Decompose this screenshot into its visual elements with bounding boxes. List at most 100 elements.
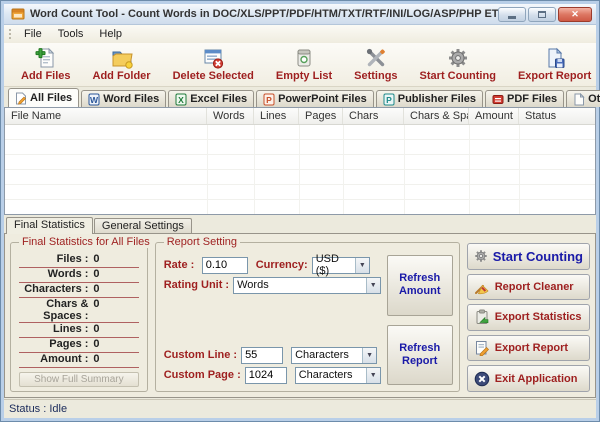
custom-line-label: Custom Line : (164, 349, 237, 361)
settings-icon (365, 47, 387, 69)
column-amount[interactable]: Amount (469, 108, 519, 124)
stat-label: Pages : (19, 338, 88, 350)
column-chars[interactable]: Chars (343, 108, 404, 124)
status-bar: Status : Idle (4, 399, 596, 418)
chevron-down-icon: ▼ (355, 258, 369, 273)
tab-other-files-label: Other Files (588, 93, 600, 105)
chevron-down-icon: ▼ (362, 348, 376, 363)
tab-word-files[interactable]: W Word Files (81, 90, 166, 107)
tab-final-statistics[interactable]: Final Statistics (6, 217, 93, 234)
other-files-icon (573, 93, 585, 106)
export-statistics-button[interactable]: Export Statistics (467, 304, 590, 331)
window-controls: ✕ (498, 7, 592, 22)
maximize-button[interactable] (528, 7, 556, 22)
file-table: File Name Words Lines Pages Chars Chars … (4, 107, 596, 215)
menu-file[interactable]: File (16, 26, 50, 42)
tab-pdf-files-label: PDF Files (507, 93, 557, 105)
status-text: Status : Idle (9, 403, 67, 415)
column-words[interactable]: Words (207, 108, 254, 124)
refresh-amount-button[interactable]: Refresh Amount (387, 255, 453, 316)
start-counting-toolbar-button[interactable]: Start Counting (411, 43, 505, 86)
tab-powerpoint-files[interactable]: P PowerPoint Files (256, 90, 374, 107)
custom-page-label: Custom Page : (164, 369, 241, 381)
file-table-header: File Name Words Lines Pages Chars Chars … (5, 108, 595, 125)
custom-line-input[interactable] (241, 347, 283, 364)
show-full-summary-button[interactable]: Show Full Summary (19, 372, 139, 387)
column-status[interactable]: Status (519, 108, 595, 124)
custom-page-unit-select[interactable]: Characters ▼ (295, 367, 381, 384)
tab-pdf-files[interactable]: PDF Files (485, 90, 564, 107)
stat-row-files: Files : 0 (19, 253, 139, 268)
rating-unit-label: Rating Unit : (164, 279, 229, 291)
tab-all-files[interactable]: All Files (8, 88, 79, 107)
column-pages[interactable]: Pages (299, 108, 343, 124)
export-report-button[interactable]: Export Report (467, 335, 590, 362)
stat-row-words: Words : 0 (19, 268, 139, 283)
empty-list-label: Empty List (276, 70, 332, 82)
custom-line-unit-select[interactable]: Characters ▼ (291, 347, 377, 364)
report-cleaner-label: Report Cleaner (495, 281, 574, 293)
delete-selected-button[interactable]: Delete Selected (164, 43, 263, 86)
tab-all-files-label: All Files (30, 92, 72, 104)
start-counting-toolbar-label: Start Counting (420, 70, 496, 82)
tab-general-settings[interactable]: General Settings (94, 218, 192, 234)
stat-label: Characters : (19, 283, 88, 295)
tab-publisher-files[interactable]: P Publisher Files (376, 90, 483, 107)
svg-text:X: X (178, 95, 184, 105)
stat-value: 0 (93, 298, 99, 310)
add-files-button[interactable]: Add Files (12, 43, 80, 86)
exit-application-label: Exit Application (495, 373, 578, 385)
toolbar: Add Files Add Folder Delete Selected (4, 43, 596, 87)
export-report-toolbar-label: Export Report (518, 70, 591, 82)
final-statistics-groupbox: Final Statistics for All Files Files : 0… (10, 242, 148, 392)
add-files-label: Add Files (21, 70, 71, 82)
rate-input[interactable] (202, 257, 248, 274)
svg-text:P: P (386, 95, 392, 105)
custom-page-input[interactable] (245, 367, 287, 384)
stat-label: Lines : (19, 323, 88, 335)
tab-publisher-files-label: Publisher Files (398, 93, 476, 105)
minimize-icon (508, 16, 516, 19)
menu-tools[interactable]: Tools (50, 26, 92, 42)
column-chars-spaces[interactable]: Chars & Spaces (404, 108, 469, 124)
rating-unit-select[interactable]: Words ▼ (233, 277, 381, 294)
column-file-name[interactable]: File Name (5, 108, 207, 124)
bottom-panel: Final Statistics General Settings Final … (4, 217, 596, 398)
report-setting-title: Report Setting (164, 236, 240, 248)
empty-list-icon (293, 47, 315, 69)
add-folder-button[interactable]: Add Folder (84, 43, 160, 86)
currency-select[interactable]: USD ($) ▼ (312, 257, 370, 274)
word-files-icon: W (88, 93, 100, 106)
publisher-files-icon: P (383, 93, 395, 106)
menu-help[interactable]: Help (91, 26, 130, 42)
stat-value: 0 (93, 323, 99, 335)
stat-value: 0 (93, 353, 99, 365)
stat-label: Words : (19, 268, 88, 280)
stat-value: 0 (93, 338, 99, 350)
currency-label: Currency: (256, 259, 308, 271)
export-report-toolbar-button[interactable]: Export Report (509, 43, 600, 86)
custom-line-unit-value: Characters (295, 349, 349, 361)
report-cleaner-button[interactable]: Report Cleaner (467, 274, 590, 301)
add-folder-label: Add Folder (93, 70, 151, 82)
settings-button[interactable]: Settings (345, 43, 406, 86)
stat-label: Files : (19, 253, 88, 265)
tab-excel-files-label: Excel Files (190, 93, 247, 105)
start-counting-button[interactable]: Start Counting (467, 243, 590, 270)
tab-excel-files[interactable]: X Excel Files (168, 90, 254, 107)
svg-text:W: W (90, 95, 99, 105)
exit-application-button[interactable]: Exit Application (467, 365, 590, 392)
column-lines[interactable]: Lines (254, 108, 299, 124)
empty-list-button[interactable]: Empty List (267, 43, 341, 86)
title-bar: Word Count Tool - Count Words in DOC/XLS… (4, 4, 596, 25)
chevron-down-icon: ▼ (366, 278, 380, 293)
close-button[interactable]: ✕ (558, 7, 592, 22)
refresh-report-button[interactable]: Refresh Report (387, 325, 453, 386)
stat-label: Chars & Spaces : (19, 298, 88, 322)
tab-other-files[interactable]: Other Files (566, 90, 600, 107)
report-fields: Rate : Currency: USD ($) ▼ Rating Unit :… (164, 255, 381, 385)
rating-unit-value: Words (237, 279, 269, 291)
tab-word-files-label: Word Files (103, 93, 159, 105)
minimize-button[interactable] (498, 7, 526, 22)
delete-selected-icon (202, 47, 224, 69)
